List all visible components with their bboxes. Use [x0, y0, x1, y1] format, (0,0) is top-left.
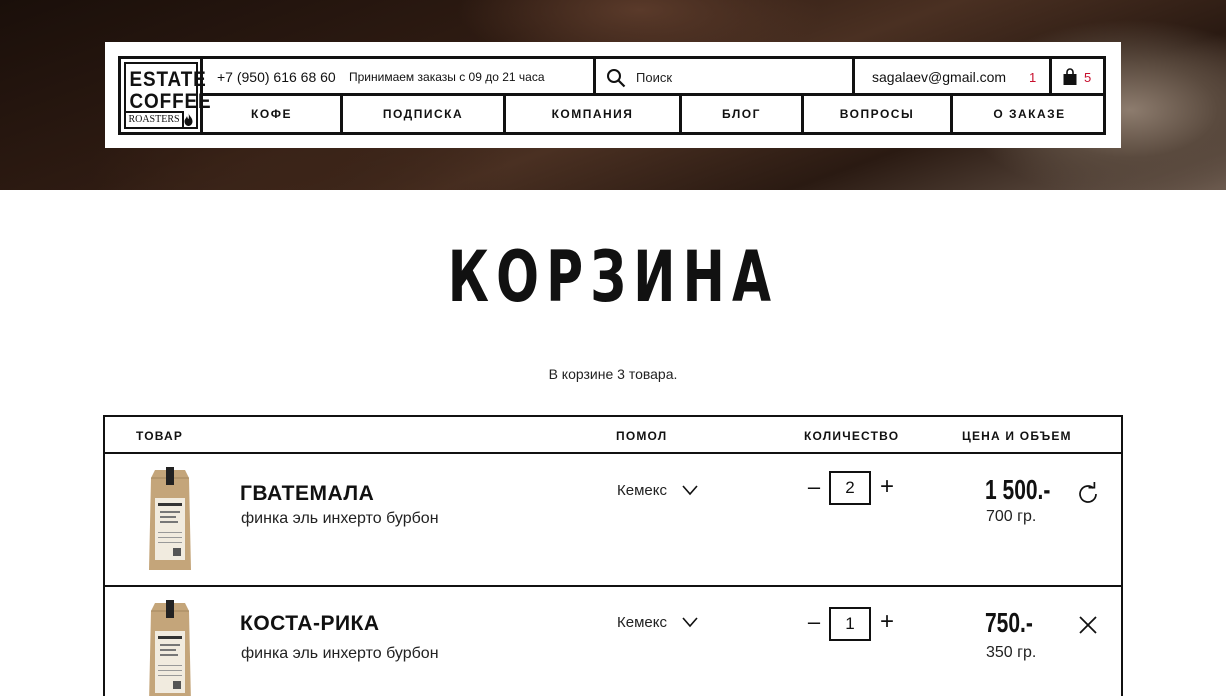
product-name[interactable]: КОСТА-РИКА	[240, 612, 380, 636]
table-header: ТОВАР ПОМОЛ КОЛИЧЕСТВО ЦЕНА И ОБЪЕМ	[105, 417, 1121, 454]
cart-table: ТОВАР ПОМОЛ КОЛИЧЕСТВО ЦЕНА И ОБЪЕМ ГВАТ…	[103, 415, 1123, 696]
decrease-quantity-button[interactable]: –	[804, 474, 824, 500]
product-price: 1 500.-	[985, 474, 1051, 505]
table-row: ГВАТЕМАЛА финка эль инхерто бурбон Кемек…	[105, 454, 1121, 587]
coffee-bag-image[interactable]	[147, 466, 193, 572]
site-header: ESTATE COFFEE ROASTERS +7 (950) 616 68 6…	[105, 42, 1121, 148]
column-header-price: ЦЕНА И ОБЪЕМ	[962, 429, 1072, 443]
cart-summary: В корзине 3 товара.	[548, 366, 678, 382]
product-name[interactable]: ГВАТЕМАЛА	[240, 482, 374, 506]
nav-item-blog[interactable]: БЛОГ	[682, 96, 804, 132]
chevron-down-icon[interactable]	[682, 616, 698, 628]
logo-line-roasters: ROASTERS	[126, 111, 184, 127]
notification-count: 1	[1029, 70, 1037, 85]
quantity-input[interactable]: 1	[829, 607, 871, 641]
nav-item-about-order[interactable]: О ЗАКАЗЕ	[953, 96, 1106, 132]
refresh-icon[interactable]	[1075, 481, 1101, 507]
column-header-grind: ПОМОЛ	[616, 429, 668, 443]
cart-count: 5	[1084, 70, 1092, 85]
main-nav: КОФЕ ПОДПИСКА КОМПАНИЯ БЛОГ ВОПРОСЫ О ЗА…	[203, 96, 1103, 132]
nav-item-coffee[interactable]: КОФЕ	[203, 96, 343, 132]
header-top-row: +7 (950) 616 68 60 Принимаем заказы с 09…	[203, 59, 1103, 96]
shopping-bag-icon	[1063, 68, 1077, 85]
chevron-down-icon[interactable]	[682, 484, 698, 496]
search-input[interactable]: Поиск	[636, 70, 672, 85]
nav-item-company[interactable]: КОМПАНИЯ	[506, 96, 682, 132]
product-price: 750.-	[985, 607, 1033, 638]
product-weight: 350 гр.	[986, 644, 1037, 661]
order-hours: Принимаем заказы с 09 до 21 часа	[349, 70, 545, 84]
close-icon[interactable]	[1075, 612, 1101, 638]
increase-quantity-button[interactable]: +	[876, 473, 898, 501]
column-header-product: ТОВАР	[136, 429, 184, 443]
quantity-input[interactable]: 2	[829, 471, 871, 505]
grind-select[interactable]: Кемекс	[617, 482, 667, 499]
increase-quantity-button[interactable]: +	[876, 608, 898, 636]
table-row: КОСТА-РИКА финка эль инхерто бурбон Кеме…	[105, 587, 1121, 696]
nav-item-subscription[interactable]: ПОДПИСКА	[343, 96, 506, 132]
coffee-bag-image[interactable]	[147, 599, 193, 696]
grind-select[interactable]: Кемекс	[617, 614, 667, 631]
logo-line-estate: ESTATE	[129, 68, 207, 91]
header-frame: ESTATE COFFEE ROASTERS +7 (950) 616 68 6…	[118, 56, 1106, 135]
search-icon[interactable]	[606, 68, 626, 88]
search-box[interactable]: Поиск	[593, 59, 855, 96]
page-title: КОРЗИНА	[447, 236, 779, 318]
decrease-quantity-button[interactable]: –	[804, 609, 824, 635]
logo-box: ESTATE COFFEE ROASTERS	[124, 62, 211, 129]
product-description: финка эль инхерто бурбон	[241, 510, 439, 527]
product-weight: 700 гр.	[986, 508, 1037, 525]
cart-button[interactable]: 5	[1049, 59, 1103, 96]
flame-icon	[182, 113, 194, 126]
phone-number[interactable]: +7 (950) 616 68 60	[217, 69, 336, 85]
user-email[interactable]: sagalaev@gmail.com	[872, 69, 1006, 85]
column-header-quantity: КОЛИЧЕСТВО	[804, 429, 900, 443]
nav-item-faq[interactable]: ВОПРОСЫ	[804, 96, 953, 132]
product-description: финка эль инхерто бурбон	[241, 645, 439, 662]
logo[interactable]: ESTATE COFFEE ROASTERS	[121, 59, 211, 132]
